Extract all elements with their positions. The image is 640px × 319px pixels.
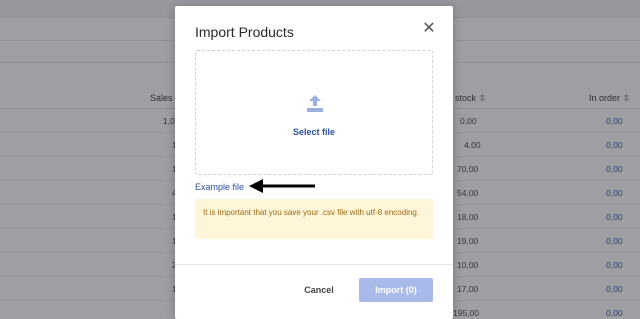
example-file-link[interactable]: Example file [195,182,244,192]
cancel-button[interactable]: Cancel [293,278,345,302]
import-products-dialog: Import Products ✕ Select file Example fi… [175,6,453,319]
select-file-label[interactable]: Select file [196,127,432,137]
file-dropzone[interactable]: Select file [195,50,433,175]
import-button[interactable]: Import (0) [359,278,433,302]
dialog-footer-divider [175,264,453,265]
arrow-left-icon [249,179,315,193]
encoding-notice: It is important that you save your .csv … [195,199,433,239]
upload-icon [307,95,323,112]
close-icon[interactable]: ✕ [420,20,438,38]
dialog-title: Import Products [195,24,294,40]
